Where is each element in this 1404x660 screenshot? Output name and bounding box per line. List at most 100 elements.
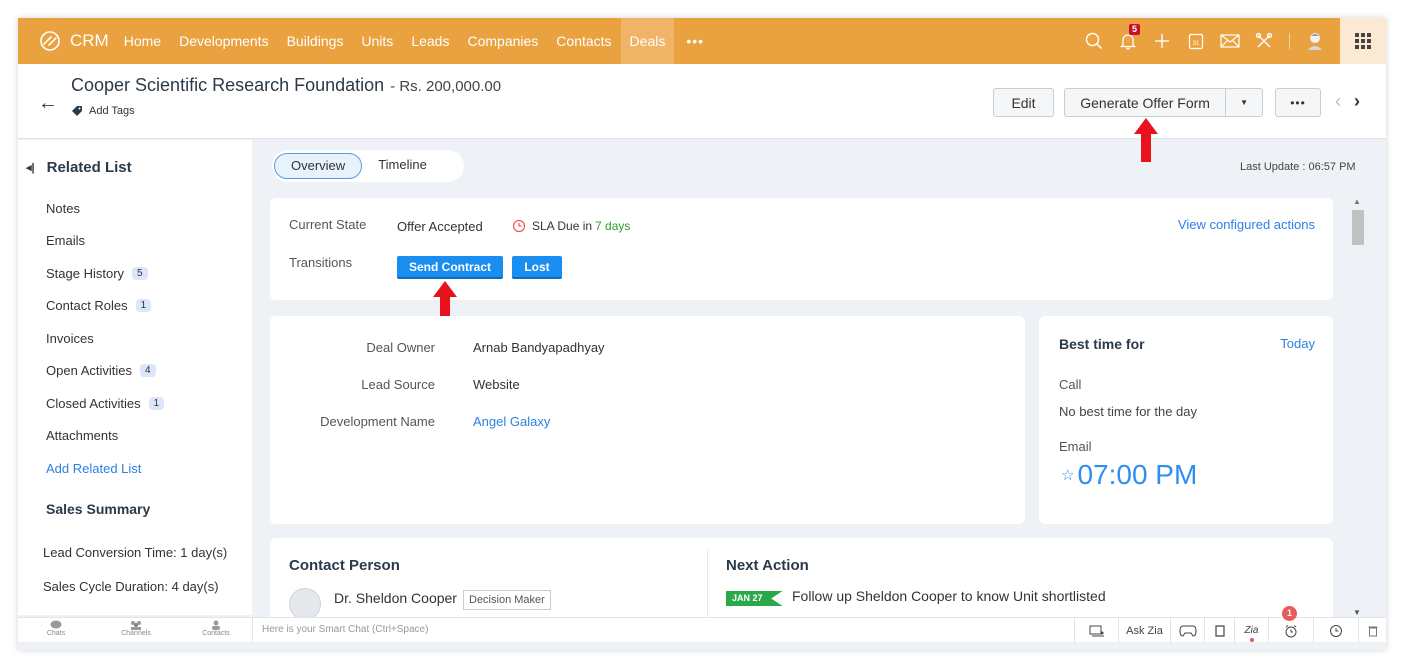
alarm-count-badge: 1 — [1282, 606, 1297, 621]
count-badge: 4 — [140, 364, 156, 378]
scroll-up-icon[interactable]: ▲ — [1353, 197, 1361, 206]
more-actions-button[interactable]: ••• — [1275, 88, 1321, 117]
related-item-emails[interactable]: Emails — [46, 225, 164, 258]
sla-clock-icon — [512, 219, 526, 233]
search-icon[interactable] — [1077, 18, 1111, 64]
history-icon[interactable] — [1313, 618, 1358, 643]
star-icon: ☆ — [1061, 467, 1075, 484]
send-contract-button[interactable]: Send Contract — [397, 256, 503, 279]
add-related-list-link[interactable]: Add Related List — [46, 452, 164, 485]
main-scrollbar[interactable]: ▲ ▼ — [1349, 193, 1367, 617]
crm-logo[interactable]: CRM — [36, 31, 109, 51]
svg-text:31: 31 — [1193, 41, 1200, 47]
notes-icon[interactable] — [1204, 618, 1234, 643]
screen-share-icon[interactable] — [1074, 618, 1118, 643]
related-item-stage-history[interactable]: Stage History 5 — [46, 257, 164, 290]
annotation-arrow-send-contract — [433, 281, 457, 321]
contact-avatar — [289, 588, 321, 620]
user-avatar-icon[interactable] — [1298, 18, 1332, 64]
count-badge: 5 — [132, 266, 148, 280]
related-item-open-activities[interactable]: Open Activities 4 — [46, 355, 164, 388]
nav-units[interactable]: Units — [352, 18, 402, 64]
add-tags-link[interactable]: Add Tags — [71, 105, 135, 117]
current-state-value: Offer Accepted — [397, 219, 483, 234]
channels-tab[interactable]: Channels — [106, 620, 166, 637]
sla-due: SLA Due in 7 days — [512, 219, 630, 233]
development-link[interactable]: Angel Galaxy — [473, 414, 550, 429]
related-item-contact-roles[interactable]: Contact Roles 1 — [46, 290, 164, 323]
view-tabs: Overview Timeline — [272, 150, 464, 182]
deal-name: Cooper Scientific Research Foundation — [71, 75, 385, 95]
ask-zia-button[interactable]: Ask Zia — [1118, 618, 1170, 643]
record-title: Cooper Scientific Research Foundation - R… — [71, 75, 501, 96]
deal-info-card: Deal Owner Arnab Bandyapadhyay Lead Sour… — [270, 316, 1025, 524]
next-action-date-badge: JAN 27 — [726, 591, 783, 606]
field-label: Lead Source — [361, 377, 435, 392]
best-time-title: Best time for — [1059, 336, 1145, 352]
related-item-invoices[interactable]: Invoices — [46, 322, 164, 355]
deal-amount: - Rs. 200,000.00 — [390, 78, 502, 95]
nav-deals[interactable]: Deals — [620, 18, 675, 64]
next-record-icon[interactable]: › — [1354, 91, 1360, 112]
chat-bubble-icon — [50, 620, 62, 629]
tab-overview[interactable]: Overview — [274, 153, 363, 179]
nav-buildings[interactable]: Buildings — [278, 18, 353, 64]
related-item-notes[interactable]: Notes — [46, 192, 164, 225]
field-label: Deal Owner — [366, 340, 435, 355]
calendar-icon[interactable]: 31 — [1179, 18, 1213, 64]
chevron-down-icon[interactable]: ▼ — [1225, 89, 1262, 116]
nav-companies[interactable]: Companies — [458, 18, 547, 64]
sla-prefix: SLA Due in — [532, 219, 593, 233]
edit-button[interactable]: Edit — [993, 88, 1054, 117]
alarm-clock-icon[interactable]: 1 — [1268, 606, 1313, 643]
related-item-label: Invoices — [46, 330, 94, 346]
nav-contacts[interactable]: Contacts — [547, 18, 620, 64]
smart-chat-input[interactable]: Here is your Smart Chat (Ctrl+Space) — [262, 624, 428, 635]
contacts-tab[interactable]: Contacts — [186, 620, 246, 637]
notification-badge: 5 — [1128, 24, 1140, 35]
related-item-closed-activities[interactable]: Closed Activities 1 — [46, 387, 165, 420]
field-value: Arnab Bandyapadhyay — [473, 340, 605, 355]
view-configured-actions-link[interactable]: View configured actions — [1178, 217, 1315, 232]
bell-icon[interactable]: 5 — [1111, 18, 1145, 64]
related-item-label: Stage History — [46, 265, 125, 281]
next-action-text[interactable]: Follow up Sheldon Cooper to know Unit sh… — [792, 588, 1106, 604]
nav-developments[interactable]: Developments — [170, 18, 278, 64]
group-icon — [131, 621, 141, 630]
bottom-tools: Ask Zia Zia 1 — [1074, 606, 1386, 643]
collapse-sidebar-icon[interactable]: ◂| — [26, 161, 35, 174]
field-value: Website — [473, 377, 520, 392]
generate-offer-form-button[interactable]: Generate Offer Form ▼ — [1064, 88, 1263, 117]
nav-home[interactable]: Home — [115, 18, 170, 64]
lost-button[interactable]: Lost — [512, 256, 562, 279]
zia-icon[interactable]: Zia — [1234, 618, 1268, 643]
trash-icon[interactable] — [1358, 618, 1386, 643]
nav-leads[interactable]: Leads — [402, 18, 458, 64]
back-arrow-icon[interactable]: ← — [38, 92, 58, 115]
contact-name[interactable]: Dr. Sheldon Cooper — [334, 590, 457, 606]
gamepad-icon[interactable] — [1170, 618, 1204, 643]
previous-record-icon[interactable]: ‹ — [1335, 91, 1341, 112]
crm-window: CRM Home Developments Buildings Units Le… — [18, 18, 1386, 650]
related-item-label: Notes — [46, 200, 80, 216]
tab-timeline[interactable]: Timeline — [362, 153, 443, 179]
chats-tab[interactable]: Chats — [26, 620, 86, 637]
record-header: ← Cooper Scientific Research Foundation -… — [18, 64, 1386, 139]
bottom-divider — [252, 618, 253, 643]
chats-label: Chats — [46, 630, 66, 637]
mail-icon[interactable] — [1213, 18, 1247, 64]
best-time-today-dropdown[interactable]: Today — [1280, 336, 1315, 351]
scroll-thumb[interactable] — [1352, 210, 1364, 245]
best-call-label: Call — [1059, 377, 1082, 392]
field-label: Development Name — [320, 414, 435, 429]
apps-grid-icon[interactable] — [1340, 18, 1386, 64]
related-item-attachments[interactable]: Attachments — [46, 420, 164, 453]
scroll-down-icon[interactable]: ▼ — [1353, 608, 1361, 617]
contact-role-badge: Decision Maker — [463, 590, 551, 610]
tools-icon[interactable] — [1247, 18, 1281, 64]
plus-icon[interactable] — [1145, 18, 1179, 64]
generate-offer-form-label[interactable]: Generate Offer Form — [1065, 95, 1225, 111]
zia-indicator-dot — [1249, 638, 1254, 642]
nav-more-button[interactable]: ••• — [674, 33, 716, 49]
related-list-header: ◂| Related List — [26, 159, 132, 176]
